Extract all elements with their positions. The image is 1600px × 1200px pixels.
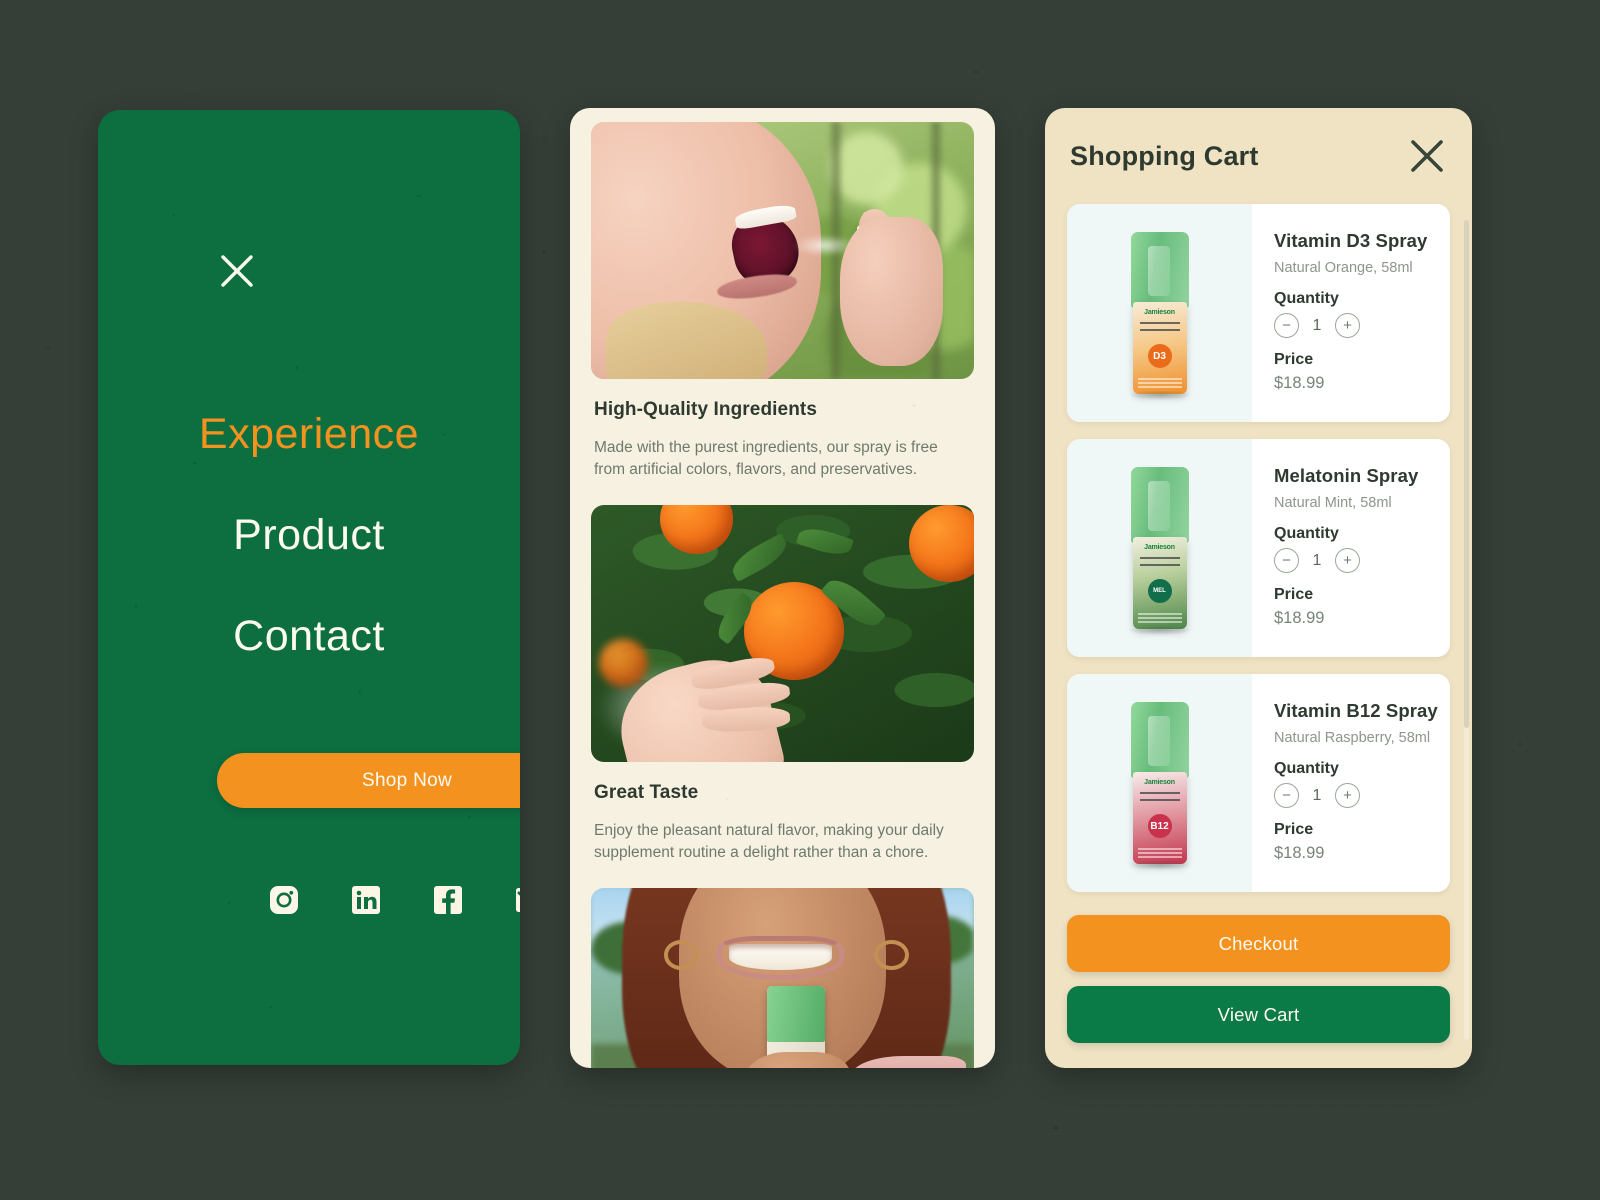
- cart-scrollbar-thumb[interactable]: [1464, 220, 1469, 729]
- checkout-button[interactable]: Checkout: [1067, 915, 1450, 972]
- feature-description-ingredients: Made with the purest ingredients, our sp…: [594, 439, 938, 478]
- shop-now-button[interactable]: Shop Now: [217, 753, 520, 808]
- menu-link-experience[interactable]: Experience: [98, 410, 520, 459]
- price-label: Price: [1274, 351, 1314, 368]
- menu-link-product[interactable]: Product: [98, 511, 520, 560]
- close-cart-button[interactable]: [1408, 137, 1446, 175]
- close-icon: [221, 255, 253, 287]
- menu-panel: Experience Product Contact Shop Now: [98, 110, 520, 1065]
- menu-link-contact[interactable]: Contact: [98, 612, 520, 661]
- increment-quantity-button[interactable]: +: [1335, 783, 1360, 808]
- close-icon: [1411, 140, 1443, 172]
- linkedin-glyph: [352, 886, 380, 914]
- cart-scrollbar[interactable]: [1464, 220, 1469, 1040]
- quantity-stepper: − 1 +: [1274, 313, 1450, 338]
- decrement-quantity-button[interactable]: −: [1274, 313, 1299, 338]
- quantity-label: Quantity: [1274, 525, 1339, 542]
- cart-header: Shopping Cart: [1045, 108, 1472, 204]
- quantity-label: Quantity: [1274, 290, 1339, 307]
- product-price: $18.99: [1274, 374, 1325, 392]
- product-price: $18.99: [1274, 844, 1325, 862]
- instagram-icon[interactable]: [269, 885, 299, 915]
- feature-image-smiling-woman: [591, 888, 974, 1068]
- feature-image-spray: [591, 122, 974, 379]
- decrement-quantity-button[interactable]: −: [1274, 548, 1299, 573]
- product-variant: Natural Orange, 58ml: [1274, 260, 1413, 276]
- cart-item[interactable]: Jamieson MEL Melatonin Spray Natural Min…: [1067, 439, 1450, 657]
- product-variant: Natural Raspberry, 58ml: [1274, 730, 1431, 746]
- product-bottle-icon: Jamieson D3: [1127, 232, 1193, 400]
- increment-quantity-button[interactable]: +: [1335, 548, 1360, 573]
- product-variant: Natural Mint, 58ml: [1274, 495, 1392, 511]
- product-details: Melatonin Spray Natural Mint, 58ml Quant…: [1252, 439, 1450, 657]
- cart-items-list: Jamieson D3 Vitamin D3 Spray Natural Ora…: [1045, 204, 1472, 892]
- cart-title: Shopping Cart: [1070, 140, 1259, 171]
- feature-image-orange-tree: [591, 505, 974, 762]
- cart-item[interactable]: Jamieson B12 Vitamin B12 Spray Natural R…: [1067, 674, 1450, 892]
- cart-actions: Checkout View Cart: [1045, 909, 1472, 1043]
- product-brand-label: Jamieson: [1144, 544, 1175, 551]
- product-brand-label: Jamieson: [1144, 779, 1175, 786]
- product-name: Melatonin Spray: [1274, 465, 1419, 486]
- product-price: $18.99: [1274, 609, 1325, 627]
- product-name: Vitamin D3 Spray: [1274, 230, 1428, 251]
- instagram-glyph: [270, 886, 298, 914]
- email-glyph: [516, 888, 520, 912]
- product-badge: MEL: [1147, 579, 1172, 603]
- product-image: Jamieson MEL: [1067, 439, 1252, 657]
- email-icon[interactable]: [515, 885, 520, 915]
- product-details: Vitamin B12 Spray Natural Raspberry, 58m…: [1252, 674, 1450, 892]
- quantity-stepper: − 1 +: [1274, 548, 1450, 573]
- view-cart-button[interactable]: View Cart: [1067, 986, 1450, 1043]
- product-bottle-icon: Jamieson B12: [1127, 702, 1193, 870]
- quantity-value: 1: [1312, 551, 1322, 569]
- facebook-glyph: [434, 886, 462, 914]
- product-bottle-icon: Jamieson MEL: [1127, 467, 1193, 635]
- cart-item[interactable]: Jamieson D3 Vitamin D3 Spray Natural Ora…: [1067, 204, 1450, 422]
- close-menu-button[interactable]: [218, 252, 256, 290]
- product-details: Vitamin D3 Spray Natural Orange, 58ml Qu…: [1252, 204, 1450, 422]
- menu-links: Experience Product Contact: [98, 410, 520, 661]
- product-image: Jamieson B12: [1067, 674, 1252, 892]
- linkedin-icon[interactable]: [351, 885, 381, 915]
- product-badge: D3: [1147, 344, 1172, 368]
- quantity-value: 1: [1312, 786, 1322, 804]
- product-badge: B12: [1147, 814, 1172, 838]
- feature-title-ingredients: High-Quality Ingredients: [594, 399, 818, 420]
- decrement-quantity-button[interactable]: −: [1274, 783, 1299, 808]
- feature-title-taste: Great Taste: [594, 782, 699, 803]
- product-image: Jamieson D3: [1067, 204, 1252, 422]
- price-label: Price: [1274, 586, 1314, 603]
- product-name: Vitamin B12 Spray: [1274, 700, 1438, 721]
- feature-description-taste: Enjoy the pleasant natural flavor, makin…: [594, 822, 944, 861]
- quantity-stepper: − 1 +: [1274, 783, 1450, 808]
- feature-panel: High-Quality Ingredients Made with the p…: [570, 108, 995, 1068]
- shopping-cart-panel: Shopping Cart Jamieson D3 Vitamin D3 Spr…: [1045, 108, 1472, 1068]
- price-label: Price: [1274, 821, 1314, 838]
- product-brand-label: Jamieson: [1144, 309, 1175, 316]
- increment-quantity-button[interactable]: +: [1335, 313, 1360, 338]
- quantity-label: Quantity: [1274, 760, 1339, 777]
- quantity-value: 1: [1312, 316, 1322, 334]
- facebook-icon[interactable]: [433, 885, 463, 915]
- social-links-row: [217, 885, 520, 915]
